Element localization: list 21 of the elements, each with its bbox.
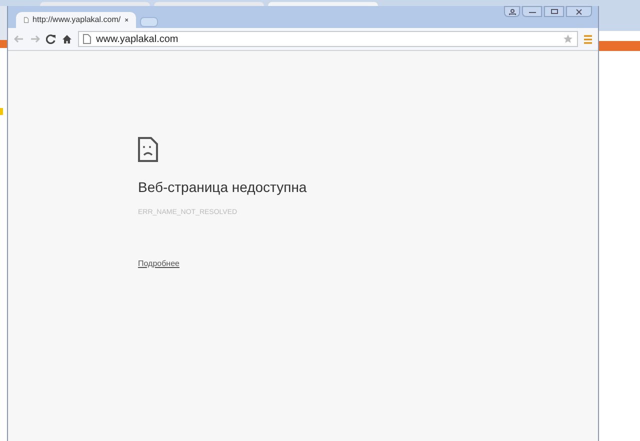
accent-mark: [0, 108, 3, 115]
toolbar-strip: [0, 40, 7, 48]
home-icon[interactable]: [62, 34, 72, 44]
minimize-button[interactable]: [522, 6, 542, 17]
sad-page-icon: [138, 137, 158, 162]
browser-tab[interactable]: http://www.yaplakal.com/: [16, 12, 136, 28]
maximize-button[interactable]: [544, 6, 564, 17]
error-heading: Веб-страница недоступна: [138, 178, 307, 197]
reload-icon[interactable]: [46, 34, 56, 44]
close-button[interactable]: [566, 6, 592, 17]
star-icon[interactable]: [563, 34, 573, 44]
details-link[interactable]: Подробнее: [138, 258, 180, 270]
address-text: www.yaplakal.com: [96, 32, 178, 46]
close-icon[interactable]: [124, 17, 128, 23]
close-icon: [576, 8, 582, 14]
toolbar-strip: [599, 41, 640, 51]
page-icon: [83, 34, 91, 44]
user-icon[interactable]: [504, 6, 520, 17]
tab-title: http://www.yaplakal.com/: [32, 14, 121, 26]
address-bar[interactable]: www.yaplakal.com: [78, 31, 578, 47]
page-icon: [24, 15, 29, 25]
